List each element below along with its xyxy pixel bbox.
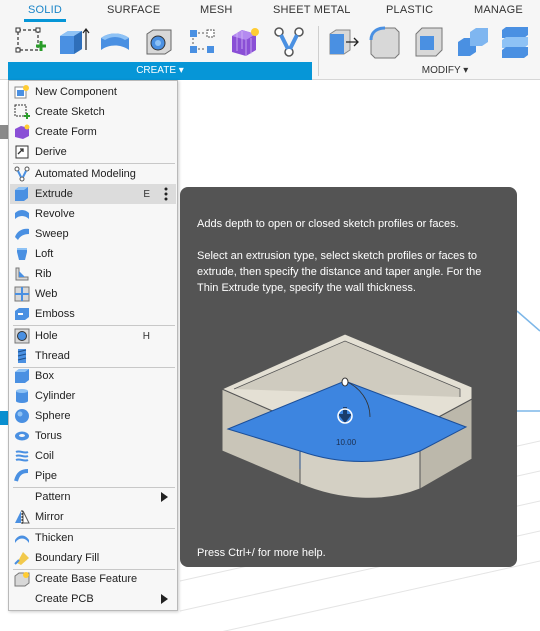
menu-item-emboss[interactable]: Emboss [10, 304, 176, 324]
create-dropdown[interactable]: CREATE ▾ [8, 62, 312, 80]
revolve-icon [14, 206, 30, 222]
menu-item-create-pcb[interactable]: Create PCB [10, 589, 176, 609]
tab-mesh[interactable]: MESH [200, 0, 233, 22]
hole-icon [14, 328, 30, 344]
tab-surface[interactable]: SURFACE [107, 0, 160, 22]
menu-item-cylinder[interactable]: Cylinder [10, 386, 176, 406]
menu-item-boundary-fill[interactable]: Boundary Fill [10, 548, 176, 568]
tab-manage[interactable]: MANAGE [474, 0, 523, 22]
automated-modeling-tool-icon[interactable] [272, 24, 306, 60]
tooltip-help: Press Ctrl+/ for more help. [197, 547, 326, 559]
more-options-icon[interactable] [164, 187, 168, 201]
derive-icon [14, 144, 30, 160]
mirror-icon [14, 509, 30, 525]
menu-item-pattern[interactable]: Pattern [10, 487, 176, 507]
menu-item-pipe[interactable]: Pipe [10, 466, 176, 486]
menu-item-create-base-feature[interactable]: Create Base Feature [10, 569, 176, 589]
create-form-tool-icon[interactable] [228, 24, 262, 60]
menu-item-sphere[interactable]: Sphere [10, 406, 176, 426]
menu-item-web[interactable]: Web [10, 284, 176, 304]
menu-item-mirror[interactable]: Mirror [10, 507, 176, 527]
combine-tool-icon[interactable] [456, 24, 490, 60]
sphere-icon [14, 408, 30, 424]
new-component-icon [14, 84, 30, 100]
tooltip-summary: Adds depth to open or closed sketch prof… [197, 218, 459, 230]
extrude-tool-icon[interactable] [56, 24, 90, 60]
ribbon-tabs: SOLID SURFACE MESH SHEET METAL PLASTIC M… [0, 0, 540, 22]
torus-icon [14, 428, 30, 444]
thread-icon [14, 348, 30, 364]
menu-item-derive[interactable]: Derive [10, 142, 176, 162]
menu-item-hole[interactable]: Hole H [10, 326, 176, 346]
menu-item-rib[interactable]: Rib [10, 264, 176, 284]
rib-icon [14, 266, 30, 282]
shell-tool-icon[interactable] [412, 24, 446, 60]
menu-item-automated-modeling[interactable]: Automated Modeling [10, 164, 176, 184]
menu-item-create-sketch[interactable]: Create Sketch [10, 102, 176, 122]
pipe-icon [14, 468, 30, 484]
menu-item-loft[interactable]: Loft [10, 244, 176, 264]
extrude-tooltip: Adds depth to open or closed sketch prof… [180, 187, 517, 567]
cylinder-icon [14, 388, 30, 404]
menu-item-extrude[interactable]: Extrude E [10, 184, 176, 204]
hole-tool-icon[interactable] [142, 24, 176, 60]
create-sketch-icon [14, 104, 30, 120]
box-icon [14, 368, 30, 384]
loft-icon [14, 246, 30, 262]
create-sketch-tool-icon[interactable] [14, 24, 48, 60]
extrude-shortcut: E [143, 188, 150, 200]
web-icon [14, 286, 30, 302]
boundary-fill-icon [14, 550, 30, 566]
emboss-icon [14, 306, 30, 322]
tab-solid[interactable]: SOLID [23, 0, 67, 22]
create-base-feature-icon [14, 571, 30, 587]
menu-item-thread[interactable]: Thread [10, 346, 176, 366]
submenu-arrow-icon [161, 594, 168, 604]
toolbar-divider [318, 26, 319, 76]
menu-item-coil[interactable]: Coil [10, 446, 176, 466]
menu-item-sweep[interactable]: Sweep [10, 224, 176, 244]
coil-icon [14, 448, 30, 464]
extrude-icon [14, 186, 30, 202]
create-menu: New Component Create Sketch Create Form … [8, 80, 178, 611]
menu-item-revolve[interactable]: Revolve [10, 204, 176, 224]
menu-item-new-component[interactable]: New Component [10, 82, 176, 102]
pattern-tool-icon[interactable] [186, 24, 220, 60]
create-form-icon [14, 124, 30, 140]
dimension-label: 10.00 [336, 438, 357, 447]
tab-sheet-metal[interactable]: SHEET METAL [273, 0, 351, 22]
press-pull-tool-icon[interactable] [326, 24, 360, 60]
tooltip-details: Select an extrusion type, select sketch … [197, 250, 482, 294]
thicken-icon [14, 530, 30, 546]
revolve-tool-icon[interactable] [98, 24, 132, 60]
fillet-tool-icon[interactable] [368, 24, 402, 60]
extrude-illustration: 10.00 [220, 333, 473, 499]
hole-shortcut: H [142, 330, 150, 342]
modify-dropdown[interactable]: MODIFY ▾ [400, 62, 490, 80]
align-tool-icon[interactable] [498, 24, 532, 60]
menu-item-create-form[interactable]: Create Form [10, 122, 176, 142]
menu-item-torus[interactable]: Torus [10, 426, 176, 446]
submenu-arrow-icon [161, 492, 168, 502]
ribbon-toolbar: CREATE ▾ MODIFY ▾ [0, 22, 540, 80]
sweep-icon [14, 226, 30, 242]
menu-item-box[interactable]: Box [10, 366, 176, 386]
automated-modeling-icon [14, 166, 30, 182]
tab-plastic[interactable]: PLASTIC [386, 0, 433, 22]
menu-item-thicken[interactable]: Thicken [10, 528, 176, 548]
